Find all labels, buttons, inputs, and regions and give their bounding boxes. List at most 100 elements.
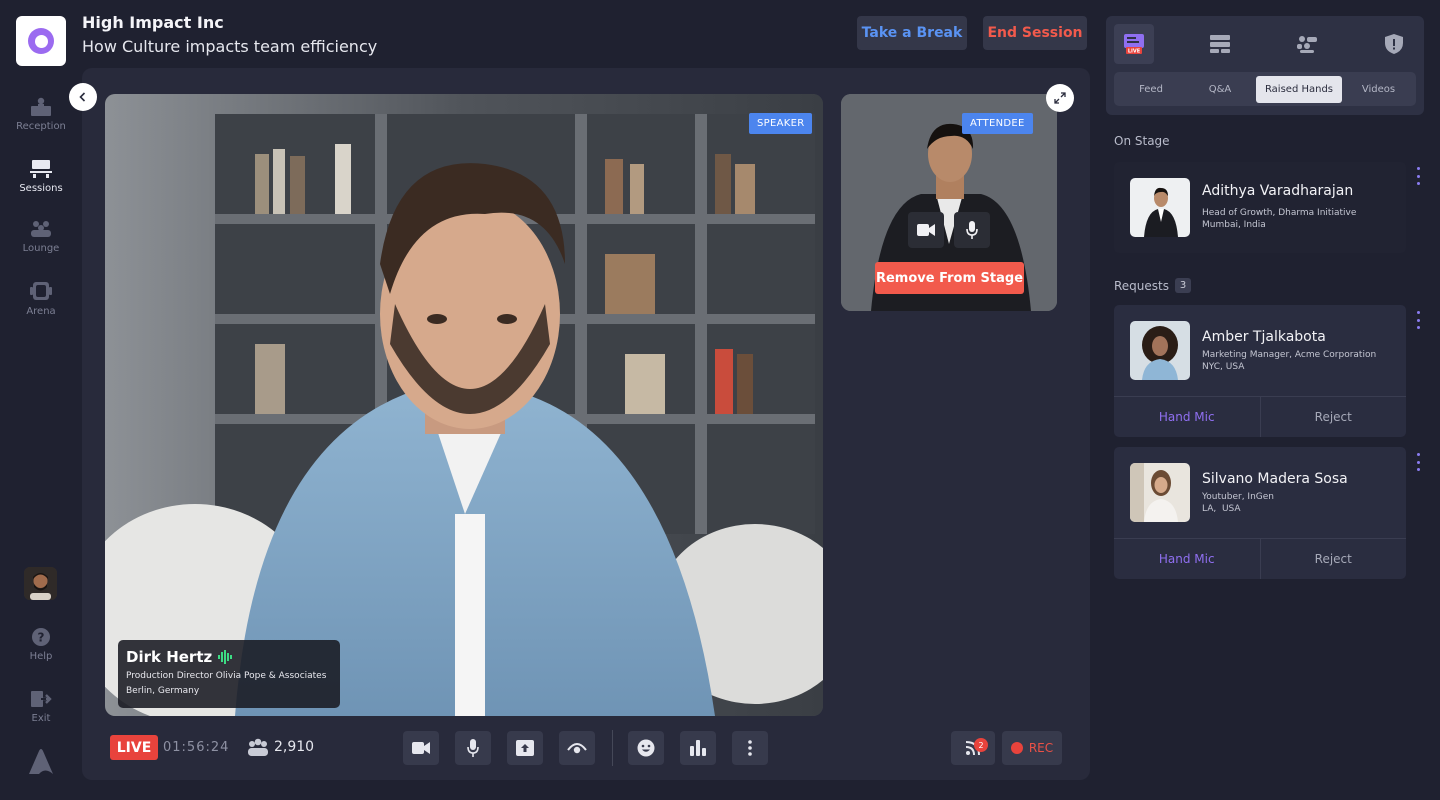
attendee-mic-button[interactable] (954, 212, 990, 248)
request-location: LA, USA (1202, 504, 1241, 514)
sidebar-item-lounge[interactable]: Lounge (10, 219, 72, 254)
live-badge: LIVE (110, 735, 158, 760)
agenda-panel-tab[interactable] (1200, 24, 1240, 64)
speaker-location: Berlin, Germany (126, 686, 200, 696)
emoji-icon (637, 739, 655, 757)
hand-mic-button[interactable]: Hand Mic (1114, 539, 1261, 579)
request-more-button[interactable] (1412, 453, 1424, 471)
exit-label: Exit (31, 713, 51, 724)
sidebar-item-label: Lounge (22, 243, 60, 254)
sidebar-item-label: Arena (26, 306, 56, 317)
exit-icon (31, 691, 52, 707)
reactions-button[interactable] (628, 731, 664, 765)
camera-icon (412, 742, 430, 754)
session-title: How Culture impacts team efficiency (82, 37, 378, 56)
audio-level-icon (218, 650, 233, 664)
on-stage-photo (1130, 178, 1190, 237)
requests-count-badge: 3 (1175, 278, 1191, 293)
record-label: REC (1028, 741, 1054, 755)
tab-feed[interactable]: Feed (1118, 76, 1184, 103)
brand-mark-icon (25, 745, 57, 781)
speaker-name-card: Dirk Hertz Production Director Olivia Po… (118, 640, 340, 708)
request-actions: Hand Mic Reject (1114, 396, 1406, 437)
on-stage-location: Mumbai, India (1202, 220, 1266, 230)
live-chat-icon: LIVE (1124, 34, 1144, 55)
speaker-name: Dirk Hertz (126, 648, 213, 666)
on-stage-label: On Stage (1114, 134, 1170, 148)
help-label: Help (29, 651, 53, 662)
on-stage-more-button[interactable] (1412, 167, 1424, 185)
camera-toggle-button[interactable] (403, 731, 439, 765)
request-photo (1130, 321, 1190, 380)
people-panel-tab[interactable] (1287, 24, 1327, 64)
reject-button[interactable]: Reject (1261, 397, 1407, 437)
sidebar-item-exit[interactable]: Exit (10, 689, 72, 724)
polls-button[interactable] (680, 731, 716, 765)
request-card: Silvano Madera Sosa Youtuber, InGen LA, … (1114, 447, 1406, 579)
request-card: Amber Tjalkabota Marketing Manager, Acme… (1114, 305, 1406, 437)
tab-videos[interactable]: Videos (1345, 76, 1412, 103)
on-stage-title: Head of Growth, Dharma Initiative (1202, 208, 1357, 218)
request-name: Silvano Madera Sosa (1202, 471, 1348, 487)
viewer-count: 2,910 (274, 739, 315, 755)
app-logo[interactable] (16, 16, 66, 66)
request-photo (1130, 463, 1190, 522)
chevron-left-icon (79, 92, 86, 102)
arena-icon (30, 282, 52, 300)
share-screen-button[interactable] (507, 731, 543, 765)
share-screen-icon (516, 740, 534, 756)
reception-icon (31, 97, 51, 116)
mic-toggle-button[interactable] (455, 731, 491, 765)
broadcast-feed-button[interactable] (951, 731, 995, 765)
request-name: Amber Tjalkabota (1202, 329, 1326, 345)
eye-icon (567, 743, 587, 754)
viewers-icon (247, 738, 269, 762)
more-options-button[interactable] (732, 731, 768, 765)
expand-icon (1054, 92, 1066, 104)
on-stage-name: Adithya Varadharajan (1202, 183, 1354, 199)
tab-raised-hands[interactable]: Raised Hands (1256, 76, 1342, 103)
sidebar-item-sessions[interactable]: Sessions (10, 159, 72, 194)
reject-button[interactable]: Reject (1261, 539, 1407, 579)
speaker-role: Production Director Olivia Pope & Associ… (126, 671, 327, 681)
sidebar-item-label: Reception (16, 121, 66, 132)
user-avatar[interactable] (24, 567, 57, 600)
speaker-tag: SPEAKER (749, 113, 813, 134)
more-vertical-icon (1416, 453, 1420, 456)
requests-label: Requests (1114, 278, 1169, 293)
tab-qa[interactable]: Q&A (1187, 76, 1253, 103)
sidebar-item-reception[interactable]: Reception (10, 97, 72, 132)
more-vertical-icon (748, 740, 752, 756)
mic-icon (966, 221, 978, 239)
help-icon: ? (32, 628, 50, 646)
on-stage-card: Adithya Varadharajan Head of Growth, Dha… (1114, 162, 1406, 253)
on-stage-heading: On Stage (1114, 134, 1170, 148)
hand-mic-button[interactable]: Hand Mic (1114, 397, 1261, 437)
svg-text:?: ? (38, 631, 45, 645)
request-location: NYC, USA (1202, 362, 1245, 372)
attendee-camera-button[interactable] (908, 212, 944, 248)
end-session-button[interactable]: End Session (983, 16, 1087, 50)
stage-layout-icon (1210, 35, 1230, 53)
sidebar-item-label: Sessions (19, 183, 63, 194)
logo-mark (28, 28, 54, 54)
remove-from-stage-button[interactable]: Remove From Stage (875, 262, 1024, 294)
moderation-panel-tab[interactable] (1374, 24, 1414, 64)
sidebar-item-help[interactable]: ? Help (10, 627, 72, 662)
toolbar-divider (612, 730, 613, 766)
take-break-button[interactable]: Take a Break (857, 16, 967, 50)
avatar-image (24, 567, 57, 600)
mic-icon (467, 739, 479, 757)
expand-stage-button[interactable] (1046, 84, 1074, 112)
live-panel-tab[interactable]: LIVE (1114, 24, 1154, 64)
record-button[interactable]: REC (1002, 731, 1062, 765)
bar-chart-icon (690, 740, 706, 756)
speaker-video[interactable] (105, 94, 823, 716)
sessions-icon (30, 160, 52, 178)
view-mode-button[interactable] (559, 731, 595, 765)
more-vertical-icon (1416, 167, 1420, 170)
request-more-button[interactable] (1412, 311, 1424, 329)
feed-notification-badge: 2 (974, 738, 988, 752)
collapse-sidebar-button[interactable] (69, 83, 97, 111)
sidebar-item-arena[interactable]: Arena (10, 280, 72, 317)
